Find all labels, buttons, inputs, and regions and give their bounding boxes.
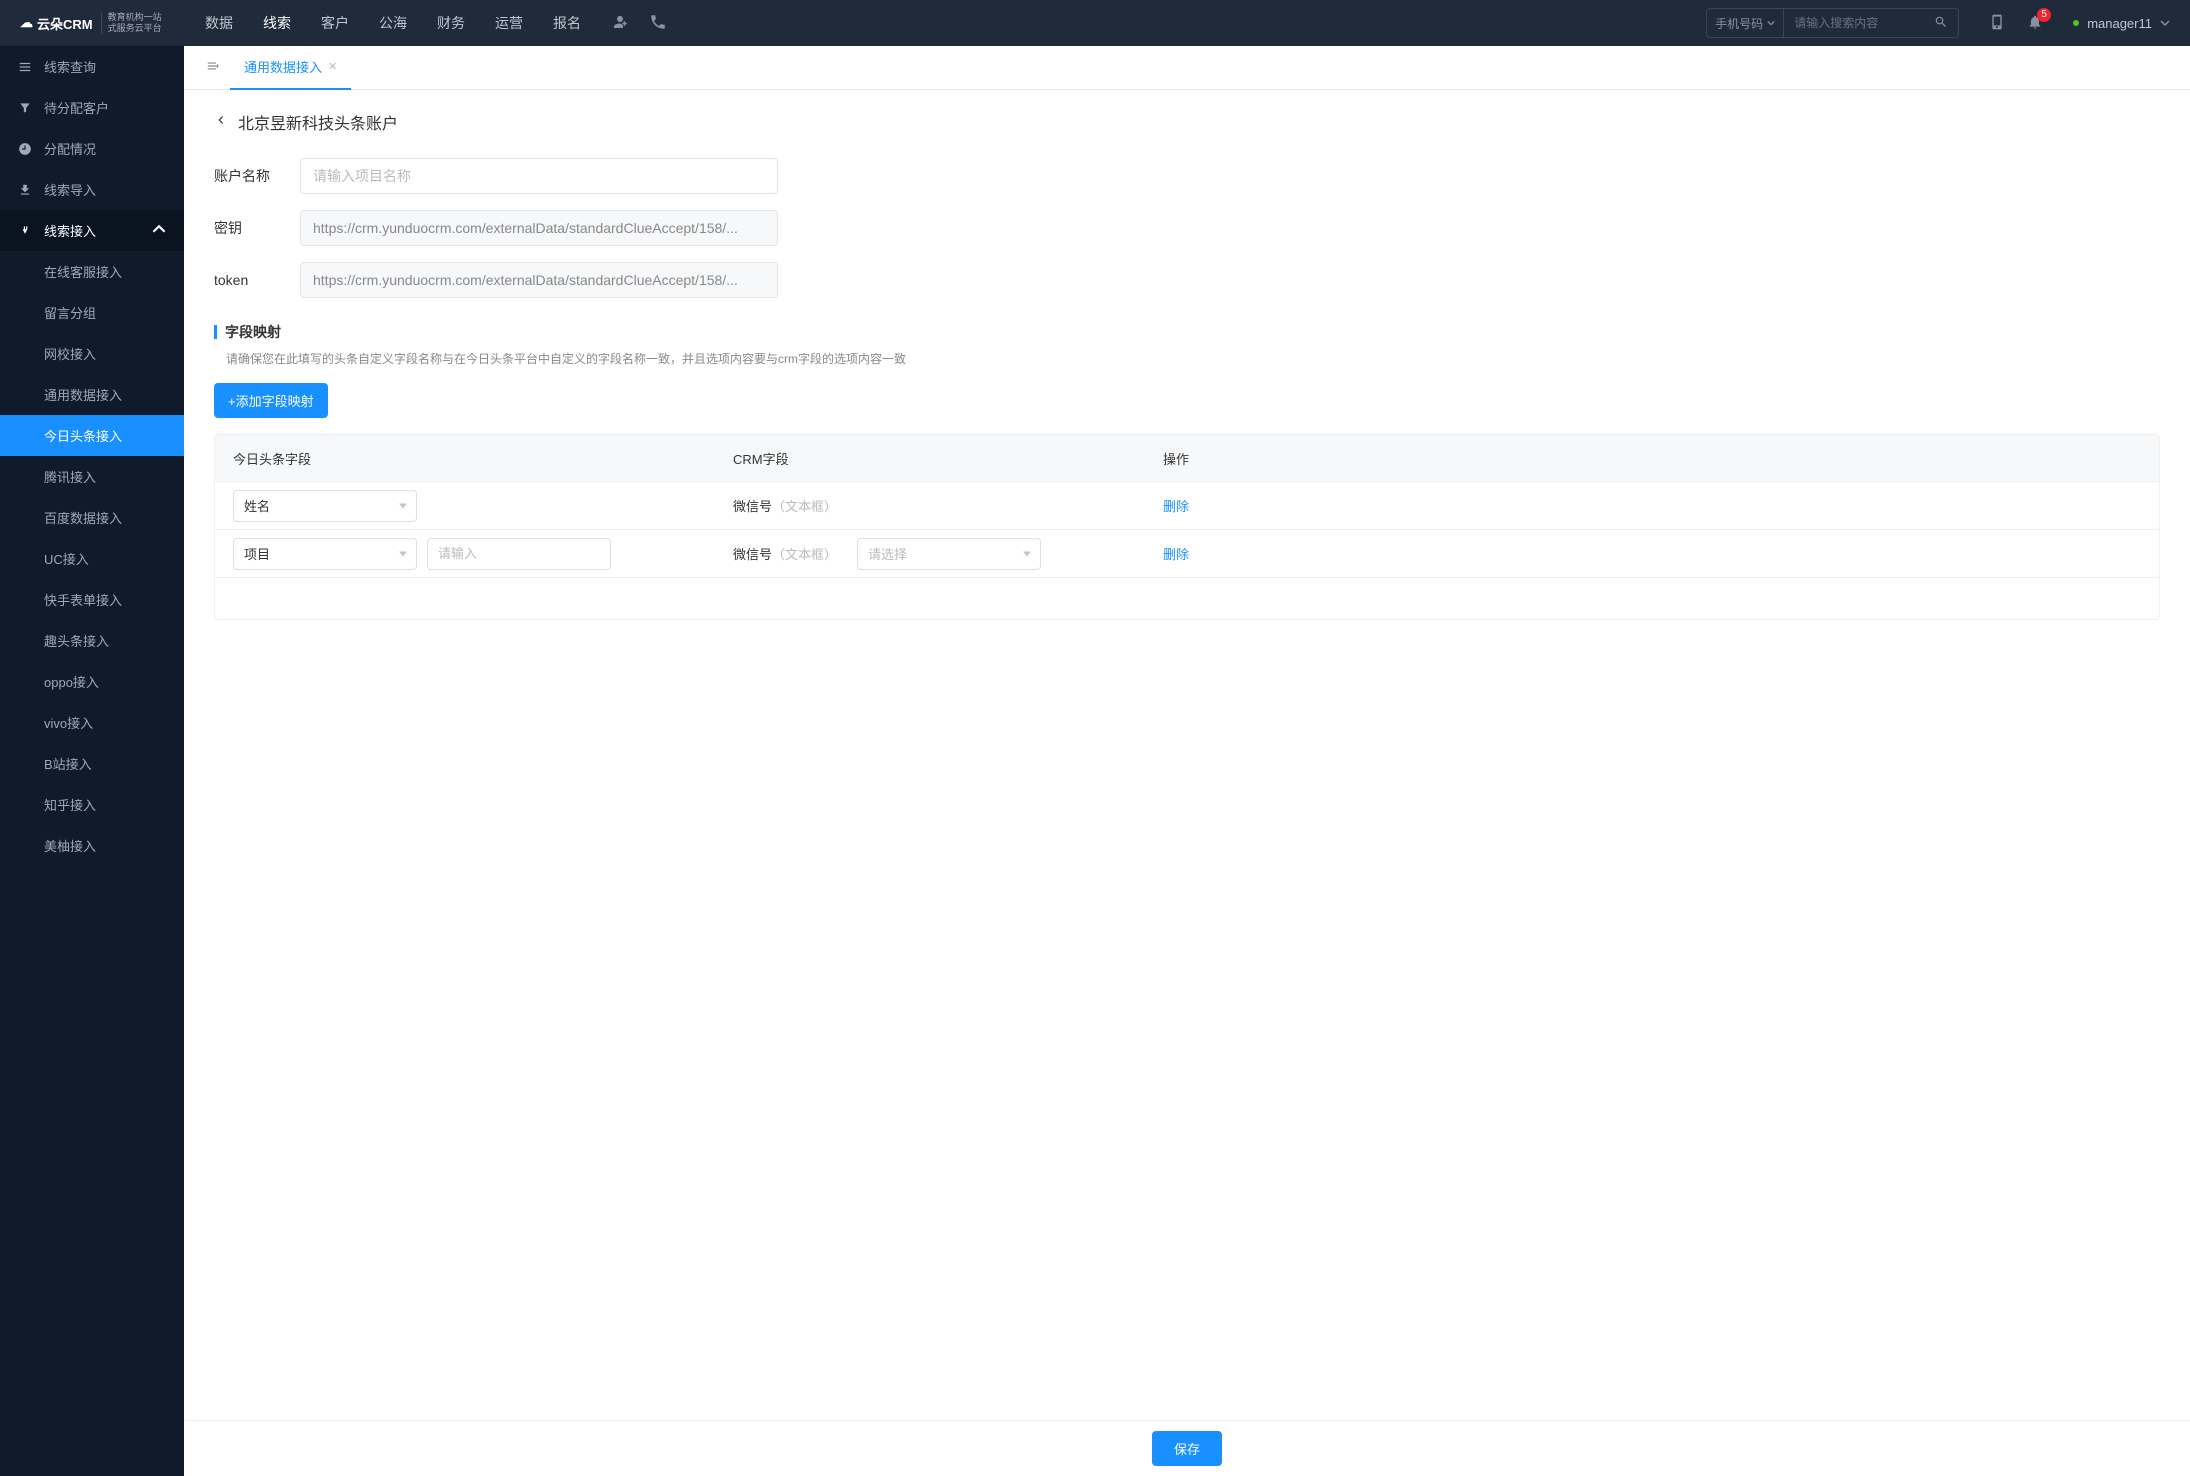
topnav-sea[interactable]: 公海	[379, 1, 407, 45]
page-title: 北京昱新科技头条账户	[238, 110, 398, 134]
search-type-select[interactable]: 手机号码	[1707, 9, 1784, 37]
sidebar-sub-generic[interactable]: 通用数据接入	[0, 374, 184, 415]
crm-field-type: （文本框）	[772, 547, 837, 562]
search-button[interactable]	[1924, 15, 1958, 32]
sidebar-item-clue-query[interactable]: 线索查询	[0, 46, 184, 87]
token-input[interactable]	[300, 262, 778, 298]
topnav-signup[interactable]: 报名	[553, 1, 581, 45]
sidebar-label: 分配情况	[44, 139, 96, 158]
logo-sub2: 式服务云平台	[108, 23, 162, 33]
crm-field-label: 微信号	[733, 547, 772, 562]
sidebar-label: 线索导入	[44, 180, 96, 199]
mapping-title: 字段映射	[225, 322, 281, 342]
tab-label: 通用数据接入	[244, 57, 322, 76]
mapping-table: 今日头条字段 CRM字段 操作 姓名 微信号（文本框） 删除 项目	[214, 434, 2160, 620]
user-add-icon[interactable]	[611, 13, 629, 34]
header-right-icons: 5	[1989, 14, 2043, 33]
sidebar-sub-vivo[interactable]: vivo接入	[0, 702, 184, 743]
sidebar-sub-oppo[interactable]: oppo接入	[0, 661, 184, 702]
topnav-clue[interactable]: 线索	[263, 1, 291, 45]
sidebar-item-access[interactable]: 线索接入	[0, 210, 184, 251]
section-header: 字段映射	[214, 322, 2160, 342]
topnav-customer[interactable]: 客户	[321, 1, 349, 45]
breadcrumb: 北京昱新科技头条账户	[214, 110, 2160, 134]
th-toutiao-field: 今日头条字段	[215, 449, 715, 468]
sidebar-label: 待分配客户	[44, 98, 109, 117]
logo: ☁云朵CRM 教育机构一站式服务云平台	[20, 12, 185, 34]
sidebar-item-allocation[interactable]: 分配情况	[0, 128, 184, 169]
sidebar-sub-kuaishou[interactable]: 快手表单接入	[0, 579, 184, 620]
save-button[interactable]: 保存	[1152, 1431, 1222, 1466]
topnav-finance[interactable]: 财务	[437, 1, 465, 45]
sidebar-label: 线索接入	[44, 221, 96, 240]
crm-value-select[interactable]: 请选择	[857, 538, 1041, 570]
crm-field-type: （文本框）	[772, 499, 837, 514]
sidebar-sub-zhihu[interactable]: 知乎接入	[0, 784, 184, 825]
table-row: 姓名 微信号（文本框） 删除	[215, 481, 2159, 529]
delete-link[interactable]: 删除	[1163, 547, 1189, 562]
back-icon[interactable]	[214, 113, 228, 132]
sidebar-sub-baidu[interactable]: 百度数据接入	[0, 497, 184, 538]
secret-label: 密钥	[214, 218, 280, 238]
footer-bar: 保存	[184, 1420, 2190, 1476]
search-input[interactable]	[1784, 16, 1924, 30]
table-row-empty	[215, 577, 2159, 619]
sidebar-item-import[interactable]: 线索导入	[0, 169, 184, 210]
field-text-input[interactable]	[427, 538, 611, 570]
user-menu[interactable]: manager11	[2073, 16, 2170, 31]
sidebar-sub-school[interactable]: 网校接入	[0, 333, 184, 374]
logo-text: 云朵CRM	[37, 14, 93, 33]
delete-link[interactable]: 删除	[1163, 499, 1189, 514]
secret-input[interactable]	[300, 210, 778, 246]
close-icon[interactable]: ✕	[328, 60, 337, 73]
topnav: 数据 线索 客户 公海 财务 运营 报名	[205, 1, 581, 45]
table-header: 今日头条字段 CRM字段 操作	[215, 435, 2159, 481]
topbar: ☁云朵CRM 教育机构一站式服务云平台 数据 线索 客户 公海 财务 运营 报名…	[0, 0, 2190, 46]
add-mapping-button[interactable]: +添加字段映射	[214, 383, 328, 418]
tab-generic-access[interactable]: 通用数据接入 ✕	[230, 46, 351, 90]
content-area: 通用数据接入 ✕ 北京昱新科技头条账户 账户名称 密钥 token	[184, 46, 2190, 1476]
sidebar-sub-tencent[interactable]: 腾讯接入	[0, 456, 184, 497]
th-action: 操作	[1145, 449, 2159, 468]
sidebar-sub-toutiao[interactable]: 今日头条接入	[0, 415, 184, 456]
status-dot	[2073, 20, 2079, 26]
logo-sub1: 教育机构一站	[108, 12, 162, 22]
search: 手机号码	[1706, 8, 1959, 38]
sidebar-sub-message-group[interactable]: 留言分组	[0, 292, 184, 333]
topnav-data[interactable]: 数据	[205, 1, 233, 45]
topnav-ops[interactable]: 运营	[495, 1, 523, 45]
notification-badge: 5	[2037, 8, 2051, 22]
sidebar-sub-qutoutiao[interactable]: 趣头条接入	[0, 620, 184, 661]
notifications-icon[interactable]: 5	[2027, 14, 2043, 33]
account-label: 账户名称	[214, 166, 280, 186]
phone-icon[interactable]	[649, 13, 667, 34]
sidebar-item-pending[interactable]: 待分配客户	[0, 87, 184, 128]
tabbar: 通用数据接入 ✕	[184, 46, 2190, 90]
sidebar-sub-uc[interactable]: UC接入	[0, 538, 184, 579]
field-select[interactable]: 项目	[233, 538, 417, 570]
th-crm-field: CRM字段	[715, 449, 1145, 468]
table-row: 项目 微信号（文本框） 请选择 删除	[215, 529, 2159, 577]
token-label: token	[214, 272, 280, 288]
sidebar-sub-bilibili[interactable]: B站接入	[0, 743, 184, 784]
top-action-icons	[611, 13, 667, 34]
page-body: 北京昱新科技头条账户 账户名称 密钥 token 字段映射 请确保您在此填写的头…	[184, 90, 2190, 1476]
tabbar-collapse-icon[interactable]	[196, 59, 230, 76]
sidebar-label: 线索查询	[44, 57, 96, 76]
mapping-description: 请确保您在此填写的头条自定义字段名称与在今日头条平台中自定义的字段名称一致，并且…	[214, 350, 2160, 367]
chevron-up-icon	[152, 222, 166, 239]
field-select[interactable]: 姓名	[233, 490, 417, 522]
sidebar: 线索查询 待分配客户 分配情况 线索导入 线索接入 在线客服接入 留言分组 网校…	[0, 46, 184, 1476]
username-label: manager11	[2087, 16, 2152, 31]
account-name-input[interactable]	[300, 158, 778, 194]
crm-field-label: 微信号	[733, 499, 772, 514]
sidebar-sub-online-service[interactable]: 在线客服接入	[0, 251, 184, 292]
search-prefix-label: 手机号码	[1715, 15, 1763, 32]
mobile-icon[interactable]	[1989, 14, 2005, 33]
sidebar-sub-meiyou[interactable]: 美柚接入	[0, 825, 184, 866]
